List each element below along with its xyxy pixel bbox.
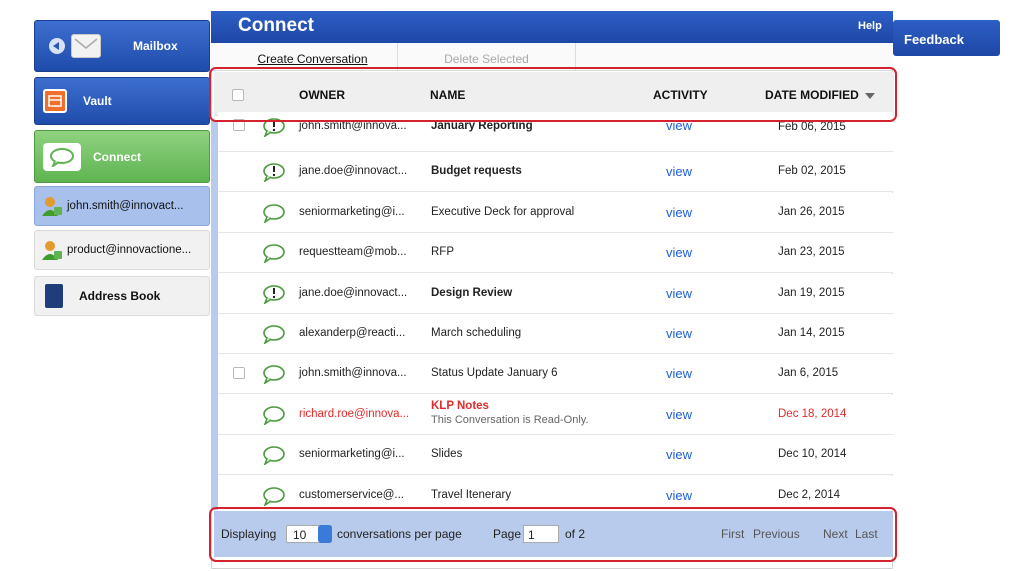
row-owner: seniormarketing@i...	[299, 205, 405, 218]
row-readonly-note: This Conversation is Read-Only.	[431, 413, 589, 426]
view-link[interactable]: view	[666, 488, 692, 503]
chat-bubble-icon	[262, 364, 288, 387]
per-page-label: conversations per page	[337, 527, 462, 541]
row-date: Jan 6, 2015	[778, 367, 839, 380]
page-number-input[interactable]: 1	[523, 525, 559, 543]
table-row[interactable]: alexanderp@reacti... March scheduling view…	[218, 314, 893, 354]
pagination-bar: Displaying 10 conversations per page Pag…	[214, 511, 893, 557]
view-link[interactable]: view	[666, 205, 692, 220]
sidebar-item-label: Mailbox	[133, 39, 178, 53]
row-name: KLP Notes	[431, 399, 489, 412]
per-page-value: 10	[293, 528, 307, 542]
row-date: Jan 14, 2015	[778, 327, 845, 339]
row-name: Executive Deck for approval	[431, 205, 575, 218]
displaying-label: Displaying	[221, 527, 277, 541]
sidebar-item-connect[interactable]: Connect	[34, 130, 210, 183]
stepper-icon[interactable]	[318, 525, 332, 543]
chat-bubble-icon	[262, 486, 288, 509]
sidebar-item-label: john.smith@innovact...	[67, 200, 184, 212]
feedback-button[interactable]: Feedback	[893, 20, 1000, 56]
view-link[interactable]: view	[666, 407, 692, 422]
chat-bubble-icon	[262, 405, 288, 428]
row-owner: john.smith@innova...	[299, 367, 407, 380]
chat-bubble-icon	[262, 324, 288, 347]
sidebar-item-label: Vault	[83, 94, 112, 108]
alert-bubble-icon	[262, 284, 288, 307]
row-owner: alexanderp@reacti...	[299, 327, 406, 339]
table-row[interactable]: jane.doe@innovact... Budget requests view F…	[218, 152, 893, 193]
header-highlight	[209, 67, 897, 122]
row-date: Feb 06, 2015	[778, 121, 846, 133]
table-row[interactable]: seniormarketing@i... Executive Deck for a…	[218, 192, 893, 233]
sidebar-item-label: Address Book	[79, 289, 161, 303]
row-date: Dec 10, 2014	[778, 448, 847, 461]
row-name: Budget requests	[431, 165, 522, 178]
previous-page-link[interactable]: Previous	[753, 527, 800, 541]
row-owner: customerservice@...	[299, 488, 404, 501]
view-link[interactable]: view	[666, 326, 692, 341]
chat-bubble-icon	[262, 445, 288, 468]
row-owner: jane.doe@innovact...	[299, 286, 408, 299]
row-checkbox[interactable]	[233, 367, 245, 380]
sidebar-item-vault[interactable]: Vault	[34, 77, 210, 125]
view-link[interactable]: view	[666, 366, 692, 381]
sidebar-item-label: Connect	[93, 149, 141, 164]
last-page-link[interactable]: Last	[855, 527, 878, 541]
alert-bubble-icon	[262, 162, 288, 185]
sidebar-item-label: product@innovactione...	[67, 244, 192, 256]
view-link[interactable]: view	[666, 164, 692, 179]
page-title: Connect	[238, 15, 314, 36]
row-name: Travel Itenerary	[431, 488, 512, 501]
view-link[interactable]: view	[666, 245, 692, 260]
envelope-icon	[71, 34, 101, 58]
panel-edge	[211, 120, 218, 510]
first-page-link[interactable]: First	[721, 527, 744, 541]
table-row[interactable]: richard.roe@innova... KLP Notes This Conve…	[218, 394, 893, 435]
per-page-select[interactable]: 10	[286, 525, 332, 543]
vault-icon	[43, 89, 67, 113]
row-owner: jane.doe@innovact...	[299, 165, 408, 178]
help-link[interactable]: Help	[858, 20, 882, 32]
chat-bubble-icon	[262, 243, 288, 266]
table-row[interactable]: seniormarketing@i... Slides view Dec 10, 20…	[218, 435, 893, 476]
chat-bubble-icon	[43, 142, 81, 171]
create-conversation-button[interactable]: Create Conversation	[228, 43, 398, 70]
table-row[interactable]: requestteam@mob... RFP view Jan 23, 2015	[218, 233, 893, 274]
row-date: Jan 26, 2015	[778, 205, 845, 218]
user-icon	[41, 239, 63, 261]
page-count: of 2	[565, 527, 586, 541]
user-icon	[41, 195, 63, 217]
sidebar-item-account[interactable]: product@innovactione...	[34, 230, 210, 270]
row-owner: richard.roe@innova...	[299, 407, 410, 420]
view-link[interactable]: view	[666, 286, 692, 301]
row-name: RFP	[431, 246, 454, 259]
row-date: Jan 23, 2015	[778, 246, 845, 259]
sidebar-item-address-book[interactable]: Address Book	[34, 276, 210, 316]
page-label: Page	[493, 527, 522, 541]
delete-selected-button[interactable]: Delete Selected	[398, 43, 576, 70]
row-name: Design Review	[431, 286, 513, 299]
row-date: Dec 18, 2014	[778, 407, 847, 420]
chat-bubble-icon	[262, 203, 288, 226]
view-link[interactable]: view	[666, 447, 692, 462]
row-name: March scheduling	[431, 327, 522, 339]
sidebar-item-mailbox[interactable]: Mailbox	[34, 20, 210, 72]
back-arrow-icon[interactable]	[49, 38, 65, 54]
table-row[interactable]: jane.doe@innovact... Design Review view Jan…	[218, 273, 893, 314]
row-owner: seniormarketing@i...	[299, 448, 405, 461]
table-row[interactable]: john.smith@innova... Status Update Januar…	[218, 354, 893, 395]
row-date: Jan 19, 2015	[778, 286, 845, 299]
row-date: Dec 2, 2014	[778, 488, 841, 501]
sidebar-item-account[interactable]: john.smith@innovact...	[34, 186, 210, 226]
row-date: Feb 02, 2015	[778, 165, 846, 178]
address-book-icon	[45, 284, 63, 308]
next-page-link[interactable]: Next	[823, 527, 848, 541]
row-owner: requestteam@mob...	[299, 246, 407, 259]
row-name: Slides	[431, 448, 463, 461]
row-name: Status Update January 6	[431, 367, 558, 380]
